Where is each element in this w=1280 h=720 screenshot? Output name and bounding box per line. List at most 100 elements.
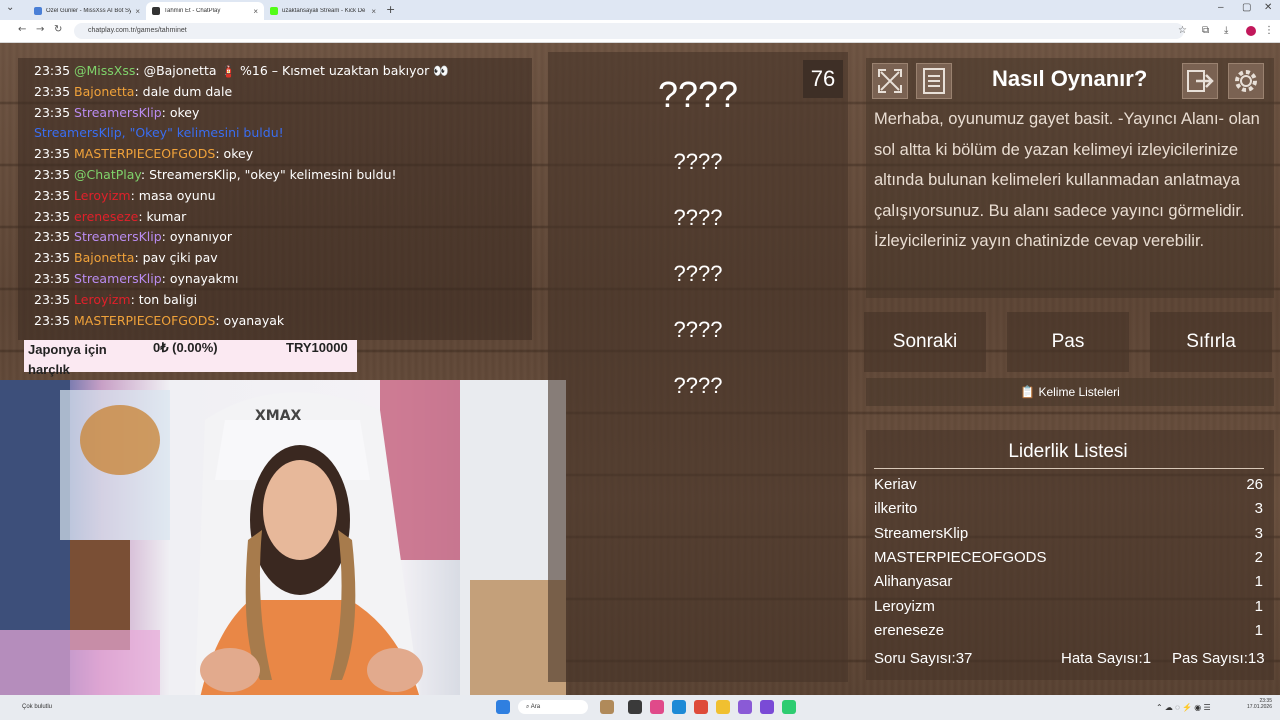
chrome-icon[interactable] xyxy=(694,700,708,714)
chat-username[interactable]: StreamersKlip xyxy=(74,271,162,286)
word-lists-button[interactable]: 📋 Kelime Listeleri xyxy=(866,378,1274,406)
reload-icon[interactable]: ↻ xyxy=(54,24,62,35)
chat-username[interactable]: MASTERPIECEOFGODS xyxy=(74,146,215,161)
tray-icons[interactable]: ⌃ ☁ ◌ ⚡ ◉ ☰ xyxy=(1156,703,1211,712)
missxss-favicon-icon xyxy=(34,7,42,15)
player-score: 1 xyxy=(1254,597,1263,615)
tab-title: Tahmin Et - ChatPlay xyxy=(164,8,221,14)
player-name: Leroyizm xyxy=(874,597,935,615)
forward-icon[interactable]: → xyxy=(36,24,44,35)
new-tab-icon[interactable]: + xyxy=(386,3,395,16)
twitch-icon[interactable] xyxy=(738,700,752,714)
chat-username[interactable]: @MissXss xyxy=(74,63,135,78)
chat-message: 23:35 @ChatPlay: StreamersKlip, "okey" k… xyxy=(34,167,397,182)
extensions-icon[interactable]: ⧉ xyxy=(1202,25,1209,36)
downloads-icon[interactable]: ⤓ xyxy=(1224,25,1228,36)
player-score: 1 xyxy=(1254,573,1263,591)
chat-username[interactable]: StreamersKlip, "Okey" kelimesini buldu! xyxy=(34,125,284,140)
tab-kick[interactable]: uzaktansayali Stream - Kick De × xyxy=(264,2,382,20)
chat-username[interactable]: Bajonetta xyxy=(74,84,134,99)
chat-username[interactable]: Leroyizm xyxy=(74,188,131,203)
weather-widget[interactable]: Çok bulutlu xyxy=(22,704,52,710)
donation-goal: TRY10000 xyxy=(286,340,348,355)
chat-text: : oynanıyor xyxy=(161,229,233,245)
profile-avatar[interactable] xyxy=(1246,26,1256,36)
weather-text: Çok bulutlu xyxy=(22,704,53,710)
maximize-icon[interactable]: ▢ xyxy=(1242,2,1251,13)
leaderboard-title: Liderlik Listesi xyxy=(1008,441,1128,462)
error-count: Hata Sayısı:1 xyxy=(1061,650,1152,667)
exit-icon[interactable] xyxy=(1182,63,1218,99)
forbidden-word-3: ???? xyxy=(673,261,723,286)
tab-chatplay[interactable]: Tahmin Et - ChatPlay × xyxy=(146,2,264,20)
chat-message: StreamersKlip, "Okey" kelimesini buldu! xyxy=(34,125,284,140)
windows-taskbar: Çok bulutlu ⌕ Ara ⌃ ☁ ◌ ⚡ ◉ ☰ 23:35 17.0… xyxy=(0,695,1280,720)
reset-button[interactable]: Sıfırla xyxy=(1150,312,1272,372)
discord-icon[interactable] xyxy=(760,700,774,714)
chat-username[interactable]: StreamersKlip xyxy=(74,229,162,244)
task-view-icon[interactable] xyxy=(628,700,642,714)
minimize-icon[interactable]: – xyxy=(1218,2,1224,13)
donation-goal-bar: Japonya için harçlık 0₺ (0.00%) TRY10000 xyxy=(24,340,357,377)
close-tab-icon[interactable]: × xyxy=(371,7,376,16)
next-button[interactable]: Sonraki xyxy=(864,312,986,372)
file-explorer-icon[interactable] xyxy=(716,700,730,714)
chat-message: 23:35 Bajonetta: dale dum dale xyxy=(34,84,232,99)
fullscreen-icon[interactable] xyxy=(872,63,908,99)
bookmark-star-icon[interactable]: ☆ xyxy=(1178,25,1187,36)
settings-gear-icon[interactable] xyxy=(1228,63,1264,99)
chat-timestamp: 23:35 xyxy=(34,63,71,78)
back-icon[interactable]: ← xyxy=(18,24,26,35)
tab-missxss[interactable]: Özel Günler - MissXss AI Bot Sy × xyxy=(28,2,146,20)
clock[interactable]: 23:35 17.01.2026 xyxy=(1240,698,1272,710)
webcam-video: XMAX xyxy=(0,380,566,698)
close-tab-icon[interactable]: × xyxy=(135,7,140,16)
tab-title: uzaktansayali Stream - Kick De xyxy=(282,8,366,14)
player-name: ilkerito xyxy=(874,500,918,518)
chat-username[interactable]: ereneseze xyxy=(74,209,138,224)
chat-message: 23:35 ereneseze: kumar xyxy=(34,209,186,224)
player-name: ereneseze xyxy=(874,621,945,639)
player-name: StreamersKlip xyxy=(874,524,969,542)
taskbar-search[interactable]: ⌕ Ara xyxy=(518,700,588,714)
leaderboard-divider xyxy=(874,468,1264,469)
hidden-words-panel xyxy=(548,52,848,682)
chat-username[interactable]: @ChatPlay xyxy=(74,167,141,182)
chat-username[interactable]: MASTERPIECEOFGODS xyxy=(74,313,215,328)
browser-tab-strip: ⌄ Özel Günler - MissXss AI Bot Sy × Tahm… xyxy=(0,0,1280,20)
chat-username[interactable]: Bajonetta xyxy=(74,250,134,265)
tab-list-chevron-icon[interactable]: ⌄ xyxy=(6,2,14,13)
player-score: 3 xyxy=(1254,524,1263,542)
chat-message: 23:35 StreamersKlip: oynayakmı xyxy=(34,271,238,286)
forbidden-word-5: ???? xyxy=(673,373,723,398)
chat-timestamp: 23:35 xyxy=(34,104,71,120)
pass-count: Pas Sayısı:13 xyxy=(1172,650,1265,667)
question-count: Soru Sayısı:37 xyxy=(874,650,973,667)
address-bar[interactable]: chatplay.com.tr/games/tahminet xyxy=(74,23,1184,39)
chat-username[interactable]: Leroyizm xyxy=(74,292,131,307)
chat-timestamp: 23:35 xyxy=(34,167,71,182)
exit-glyph xyxy=(1187,70,1214,92)
close-tab-icon[interactable]: × xyxy=(253,7,258,16)
edge-icon[interactable] xyxy=(672,700,686,714)
start-icon[interactable] xyxy=(496,700,510,714)
kick-favicon-icon xyxy=(270,7,278,15)
gear-glyph xyxy=(1235,70,1257,92)
search-label: Ara xyxy=(530,704,541,710)
close-window-icon[interactable]: ✕ xyxy=(1264,2,1272,13)
menu-icon[interactable]: ⋮ xyxy=(1264,25,1274,36)
chat-timestamp: 23:35 xyxy=(34,250,71,266)
notes-icon[interactable] xyxy=(916,63,952,99)
pass-button[interactable]: Pas xyxy=(1007,312,1129,372)
photos-icon[interactable] xyxy=(650,700,664,714)
chat-username[interactable]: StreamersKlip xyxy=(74,105,162,120)
kick-app-icon[interactable] xyxy=(782,700,796,714)
chat-timestamp: 23:35 xyxy=(34,146,71,162)
svg-text:XMAX: XMAX xyxy=(255,408,302,424)
widgets-icon[interactable] xyxy=(600,700,614,714)
player-name: MASTERPIECEOFGODS xyxy=(874,548,1047,566)
clipboard-icon: 📋 xyxy=(1020,385,1036,399)
chat-timestamp: 23:35 xyxy=(34,291,71,307)
chatplay-favicon-icon xyxy=(152,7,160,15)
clock-date: 17.01.2026 xyxy=(1246,704,1272,710)
